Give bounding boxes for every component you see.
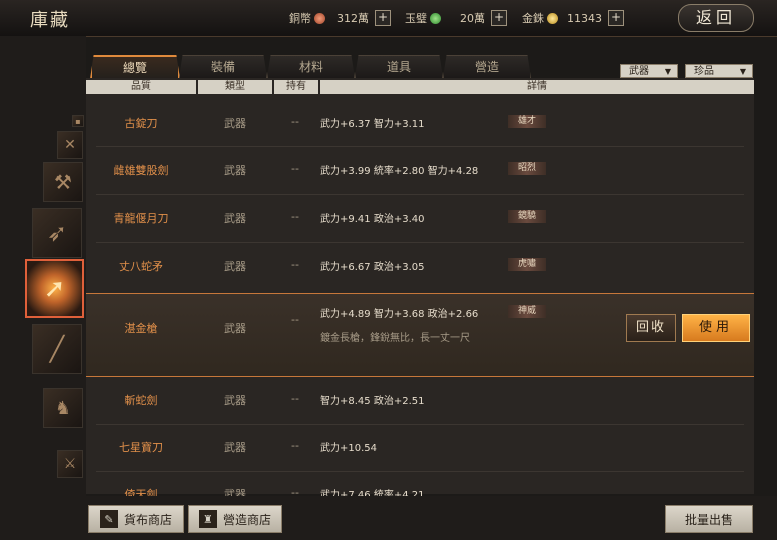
row-divider	[96, 471, 744, 472]
item-badge: 雄才	[508, 115, 547, 128]
construction-shop-label: 營造商店	[222, 512, 271, 527]
blade-icon[interactable]: ⚔	[57, 450, 83, 478]
item-stats: 武力+6.37 智力+3.11	[320, 119, 425, 130]
spear-icon[interactable]: ➚	[25, 259, 84, 318]
add-copper-button[interactable]: +	[375, 10, 391, 26]
gold-coin-icon	[547, 12, 558, 24]
column-type: 類型	[198, 80, 274, 94]
item-name: 雌雄雙股劍	[113, 164, 169, 177]
category-dropdown[interactable]: 武器 ▼	[620, 64, 678, 78]
item-type: 武器	[224, 394, 246, 407]
item-stats: 武力+4.89 智力+3.68 政治+2.66	[320, 309, 479, 320]
top-bar: 庫藏 銅幣 312萬 + 玉璧 20萬 + 金銖 11343 + 返回	[0, 0, 777, 37]
item-name: 七星寶刀	[119, 441, 163, 454]
item-stats: 武力+6.67 政治+3.05	[320, 262, 425, 273]
dragon-icon[interactable]: ♞	[43, 388, 83, 428]
chevron-down-icon: ▼	[739, 67, 746, 76]
jade-coin-icon	[430, 12, 441, 24]
currency-copper-label: 銅幣	[289, 12, 311, 25]
item-name: 青龍偃月刀	[113, 212, 169, 225]
item-description: 鍍金長槍，鋒銳無比，長一丈一尺	[320, 333, 470, 344]
currency-gold: 金銖 11343 +	[522, 9, 624, 27]
item-owned: --	[291, 162, 299, 175]
crossed-swords-icon[interactable]: ✕	[57, 131, 83, 159]
currency-jade-value: 20萬	[460, 12, 485, 25]
item-stats: 智力+8.45 政治+2.51	[320, 396, 425, 407]
recycle-button[interactable]: 回收	[626, 314, 676, 342]
table-header: 品質 類型 持有 詳情	[86, 80, 754, 94]
currency-copper-value: 312萬	[337, 12, 369, 25]
item-badge: 虎嘯	[508, 258, 547, 271]
item-badge: 鏡驍	[508, 210, 547, 223]
column-owned: 持有	[274, 80, 320, 94]
item-name: 古錠刀	[124, 117, 158, 130]
small-box-icon[interactable]: ▪	[72, 115, 84, 127]
tab-construction[interactable]: 營造	[443, 55, 531, 78]
row-divider	[96, 146, 744, 147]
staff-icon[interactable]: ╱	[32, 324, 82, 374]
item-owned: --	[291, 392, 299, 405]
item-stats: 武力+10.54	[320, 443, 378, 454]
copper-coin-icon	[314, 12, 325, 24]
tab-items[interactable]: 道具	[355, 55, 443, 78]
tab-materials[interactable]: 材料	[267, 55, 355, 78]
currency-shop-label: 貨布商店	[123, 512, 172, 527]
tab-overview[interactable]: 總覽	[90, 55, 180, 79]
use-button[interactable]: 使用	[682, 314, 750, 342]
row-divider	[96, 242, 744, 243]
tab-equipment[interactable]: 裝備	[179, 55, 267, 78]
currency-gold-value: 11343	[567, 11, 602, 25]
item-type: 武器	[224, 322, 246, 335]
item-type: 武器	[224, 260, 246, 273]
bulk-sell-button[interactable]: 批量出售	[665, 505, 753, 533]
item-name: 斬蛇劍	[124, 394, 158, 407]
bow-icon[interactable]: ➶	[32, 208, 82, 258]
axe-icon[interactable]: ⚒	[43, 162, 83, 202]
item-owned: --	[291, 210, 299, 223]
row-divider	[96, 424, 744, 425]
currency-jade-label: 玉璧	[405, 12, 427, 25]
item-type: 武器	[224, 441, 246, 454]
item-name: 丈八蛇矛	[119, 260, 163, 273]
add-jade-button[interactable]: +	[491, 10, 507, 26]
page-title: 庫藏	[30, 10, 70, 31]
item-badge: 神威	[508, 305, 547, 318]
pick-icon: ✎	[99, 510, 118, 528]
tower-icon: ♜	[198, 510, 217, 528]
currency-copper: 銅幣 312萬 +	[289, 9, 391, 27]
item-name: 湛金槍	[124, 322, 158, 335]
rarity-dropdown[interactable]: 珍品 ▼	[685, 64, 753, 78]
construction-shop-button[interactable]: ♜ 營造商店	[188, 505, 282, 533]
row-divider	[96, 194, 744, 195]
chevron-down-icon: ▼	[664, 67, 671, 76]
item-list-panel	[86, 78, 754, 494]
item-owned: --	[291, 258, 299, 271]
currency-shop-button[interactable]: ✎ 貨布商店	[88, 505, 184, 533]
item-type: 武器	[224, 164, 246, 177]
item-owned: --	[291, 313, 299, 326]
rarity-dropdown-value: 珍品	[694, 66, 714, 77]
item-type: 武器	[224, 212, 246, 225]
column-quality: 品質	[86, 80, 198, 94]
back-button[interactable]: 返回	[678, 4, 754, 32]
currency-jade: 玉璧 20萬 +	[405, 9, 507, 27]
add-gold-button[interactable]: +	[608, 10, 624, 26]
item-badge: 昭烈	[508, 162, 547, 175]
item-stats: 武力+9.41 政治+3.40	[320, 214, 425, 225]
column-details: 詳情	[320, 80, 754, 94]
category-dropdown-value: 武器	[629, 66, 649, 77]
item-owned: --	[291, 115, 299, 128]
item-stats: 武力+3.99 統率+2.80 智力+4.28	[320, 166, 479, 177]
currency-gold-label: 金銖	[522, 12, 544, 25]
item-type: 武器	[224, 117, 246, 130]
item-owned: --	[291, 439, 299, 452]
